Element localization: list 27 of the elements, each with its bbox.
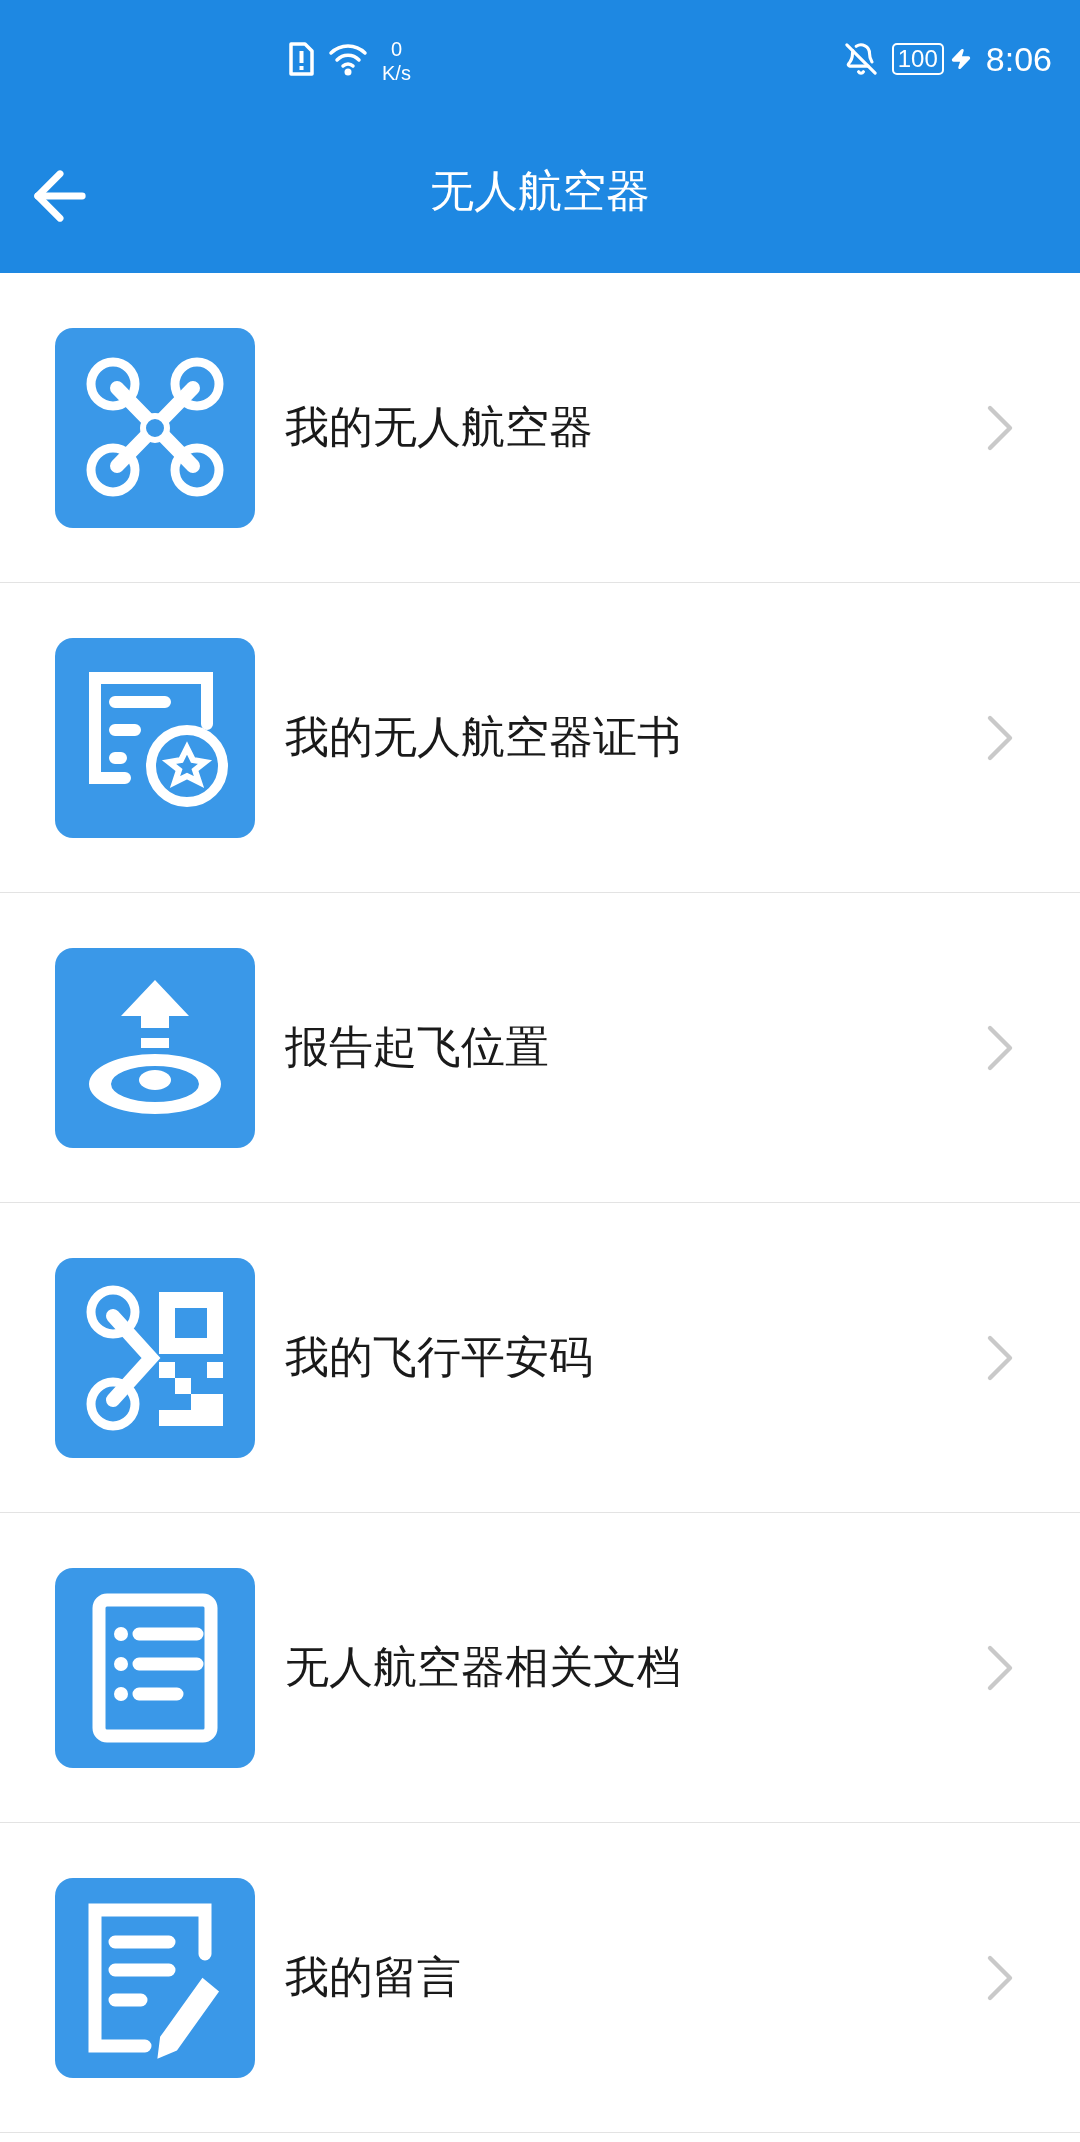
bell-off-icon: [843, 42, 878, 76]
menu-item[interactable]: 我的飞行平安码: [0, 1203, 1080, 1513]
takeoff-icon: [55, 947, 255, 1148]
charging-icon: [949, 48, 972, 70]
menu-item-label: 报告起飞位置: [285, 1020, 550, 1074]
battery-level: 100: [891, 43, 944, 75]
page-title: 无人航空器: [430, 164, 650, 218]
qrcode-icon: [55, 1257, 255, 1458]
drone-icon: [55, 327, 255, 528]
menu-item[interactable]: 报告起飞位置: [0, 893, 1080, 1203]
certificate-icon: [55, 637, 255, 838]
clock: 8:06: [985, 39, 1052, 79]
sim-alert-icon: [288, 42, 314, 76]
document-icon: [55, 1567, 255, 1768]
network-speed-value: 0: [390, 37, 402, 61]
menu-item-label: 我的留言: [285, 1950, 462, 2004]
menu-item[interactable]: 我的留言: [0, 1823, 1080, 2133]
menu-item-label: 无人航空器相关文档: [285, 1640, 682, 1694]
menu-item-label: 我的无人航空器证书: [285, 710, 682, 764]
menu-item[interactable]: 我的无人航空器证书: [0, 583, 1080, 893]
message-icon: [55, 1877, 255, 2078]
network-speed-unit: K/s: [382, 61, 411, 85]
menu-item[interactable]: 我的无人航空器: [0, 273, 1080, 583]
wifi-icon: [328, 42, 368, 76]
menu-item-label: 我的无人航空器: [285, 400, 594, 454]
menu-item-label: 我的飞行平安码: [285, 1330, 594, 1384]
menu-item[interactable]: 无人航空器相关文档: [0, 1513, 1080, 1823]
